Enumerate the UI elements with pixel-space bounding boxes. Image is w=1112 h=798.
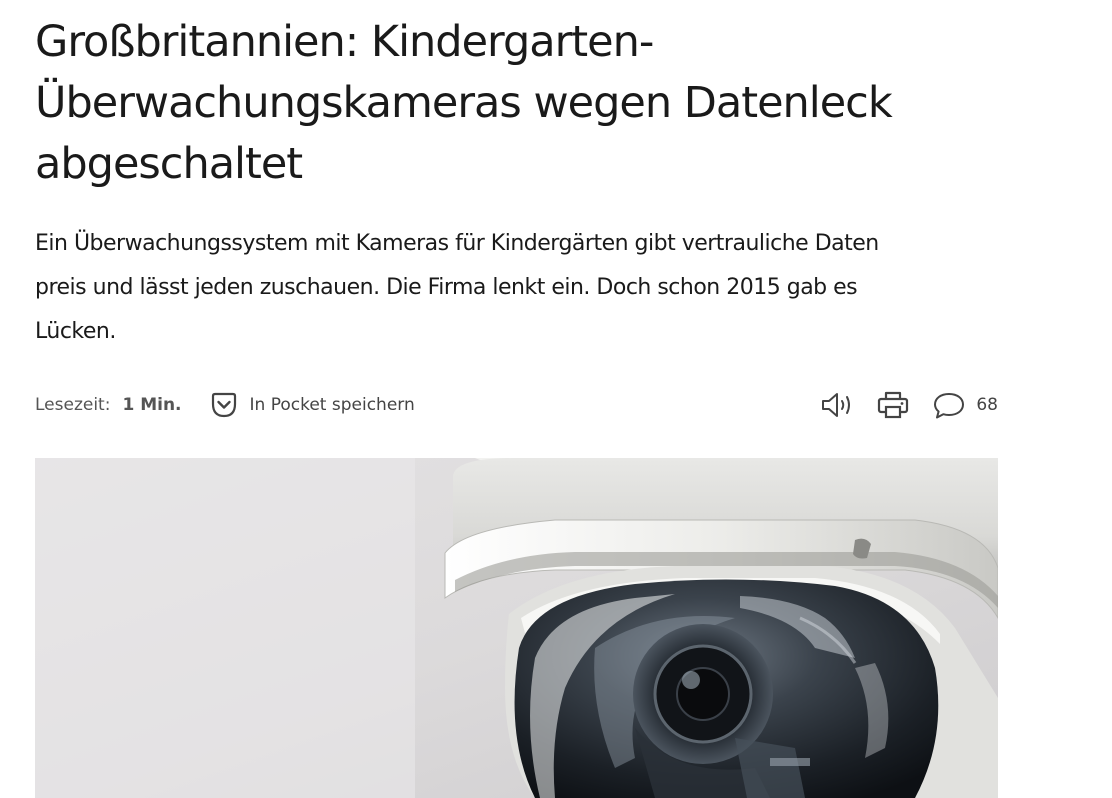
article-lead: Ein Überwachungssystem mit Kameras für K… (35, 222, 1035, 354)
headline-line-2: Überwachungskameras wegen Datenleck (35, 78, 893, 128)
read-aloud-button[interactable] (820, 390, 854, 420)
pocket-save-label: In Pocket speichern (249, 395, 415, 415)
article-actions: 68 (798, 386, 998, 424)
lead-line-1: Ein Überwachungssystem mit Kameras für K… (35, 231, 879, 256)
reading-time-label: Lesezeit: (35, 395, 111, 415)
article-headline: Großbritannien: Kindergarten- Überwachun… (35, 0, 1035, 195)
speech-bubble-icon (934, 393, 965, 419)
headline-line-1: Großbritannien: Kindergarten- (35, 17, 654, 67)
hero-image (35, 458, 998, 798)
lead-line-2: preis und lässt jeden zuschauen. Die Fir… (35, 275, 858, 300)
speaker-icon (822, 393, 851, 417)
comment-count: 68 (976, 395, 998, 415)
article-meta-bar: Lesezeit: 1 Min. In Pocket speichern 68 (35, 386, 998, 424)
lead-line-3: Lücken. (35, 319, 116, 344)
reading-time-value: 1 Min. (122, 395, 182, 415)
comments-button[interactable]: 68 (932, 390, 998, 420)
printer-icon (878, 391, 909, 419)
security-camera-image (35, 458, 998, 798)
pocket-icon (211, 392, 236, 418)
pocket-save-button[interactable]: In Pocket speichern (208, 389, 415, 421)
reading-time: Lesezeit: 1 Min. (35, 395, 182, 415)
headline-line-3: abgeschaltet (35, 139, 303, 189)
print-button[interactable] (876, 390, 910, 420)
article: Großbritannien: Kindergarten- Überwachun… (35, 0, 1035, 798)
